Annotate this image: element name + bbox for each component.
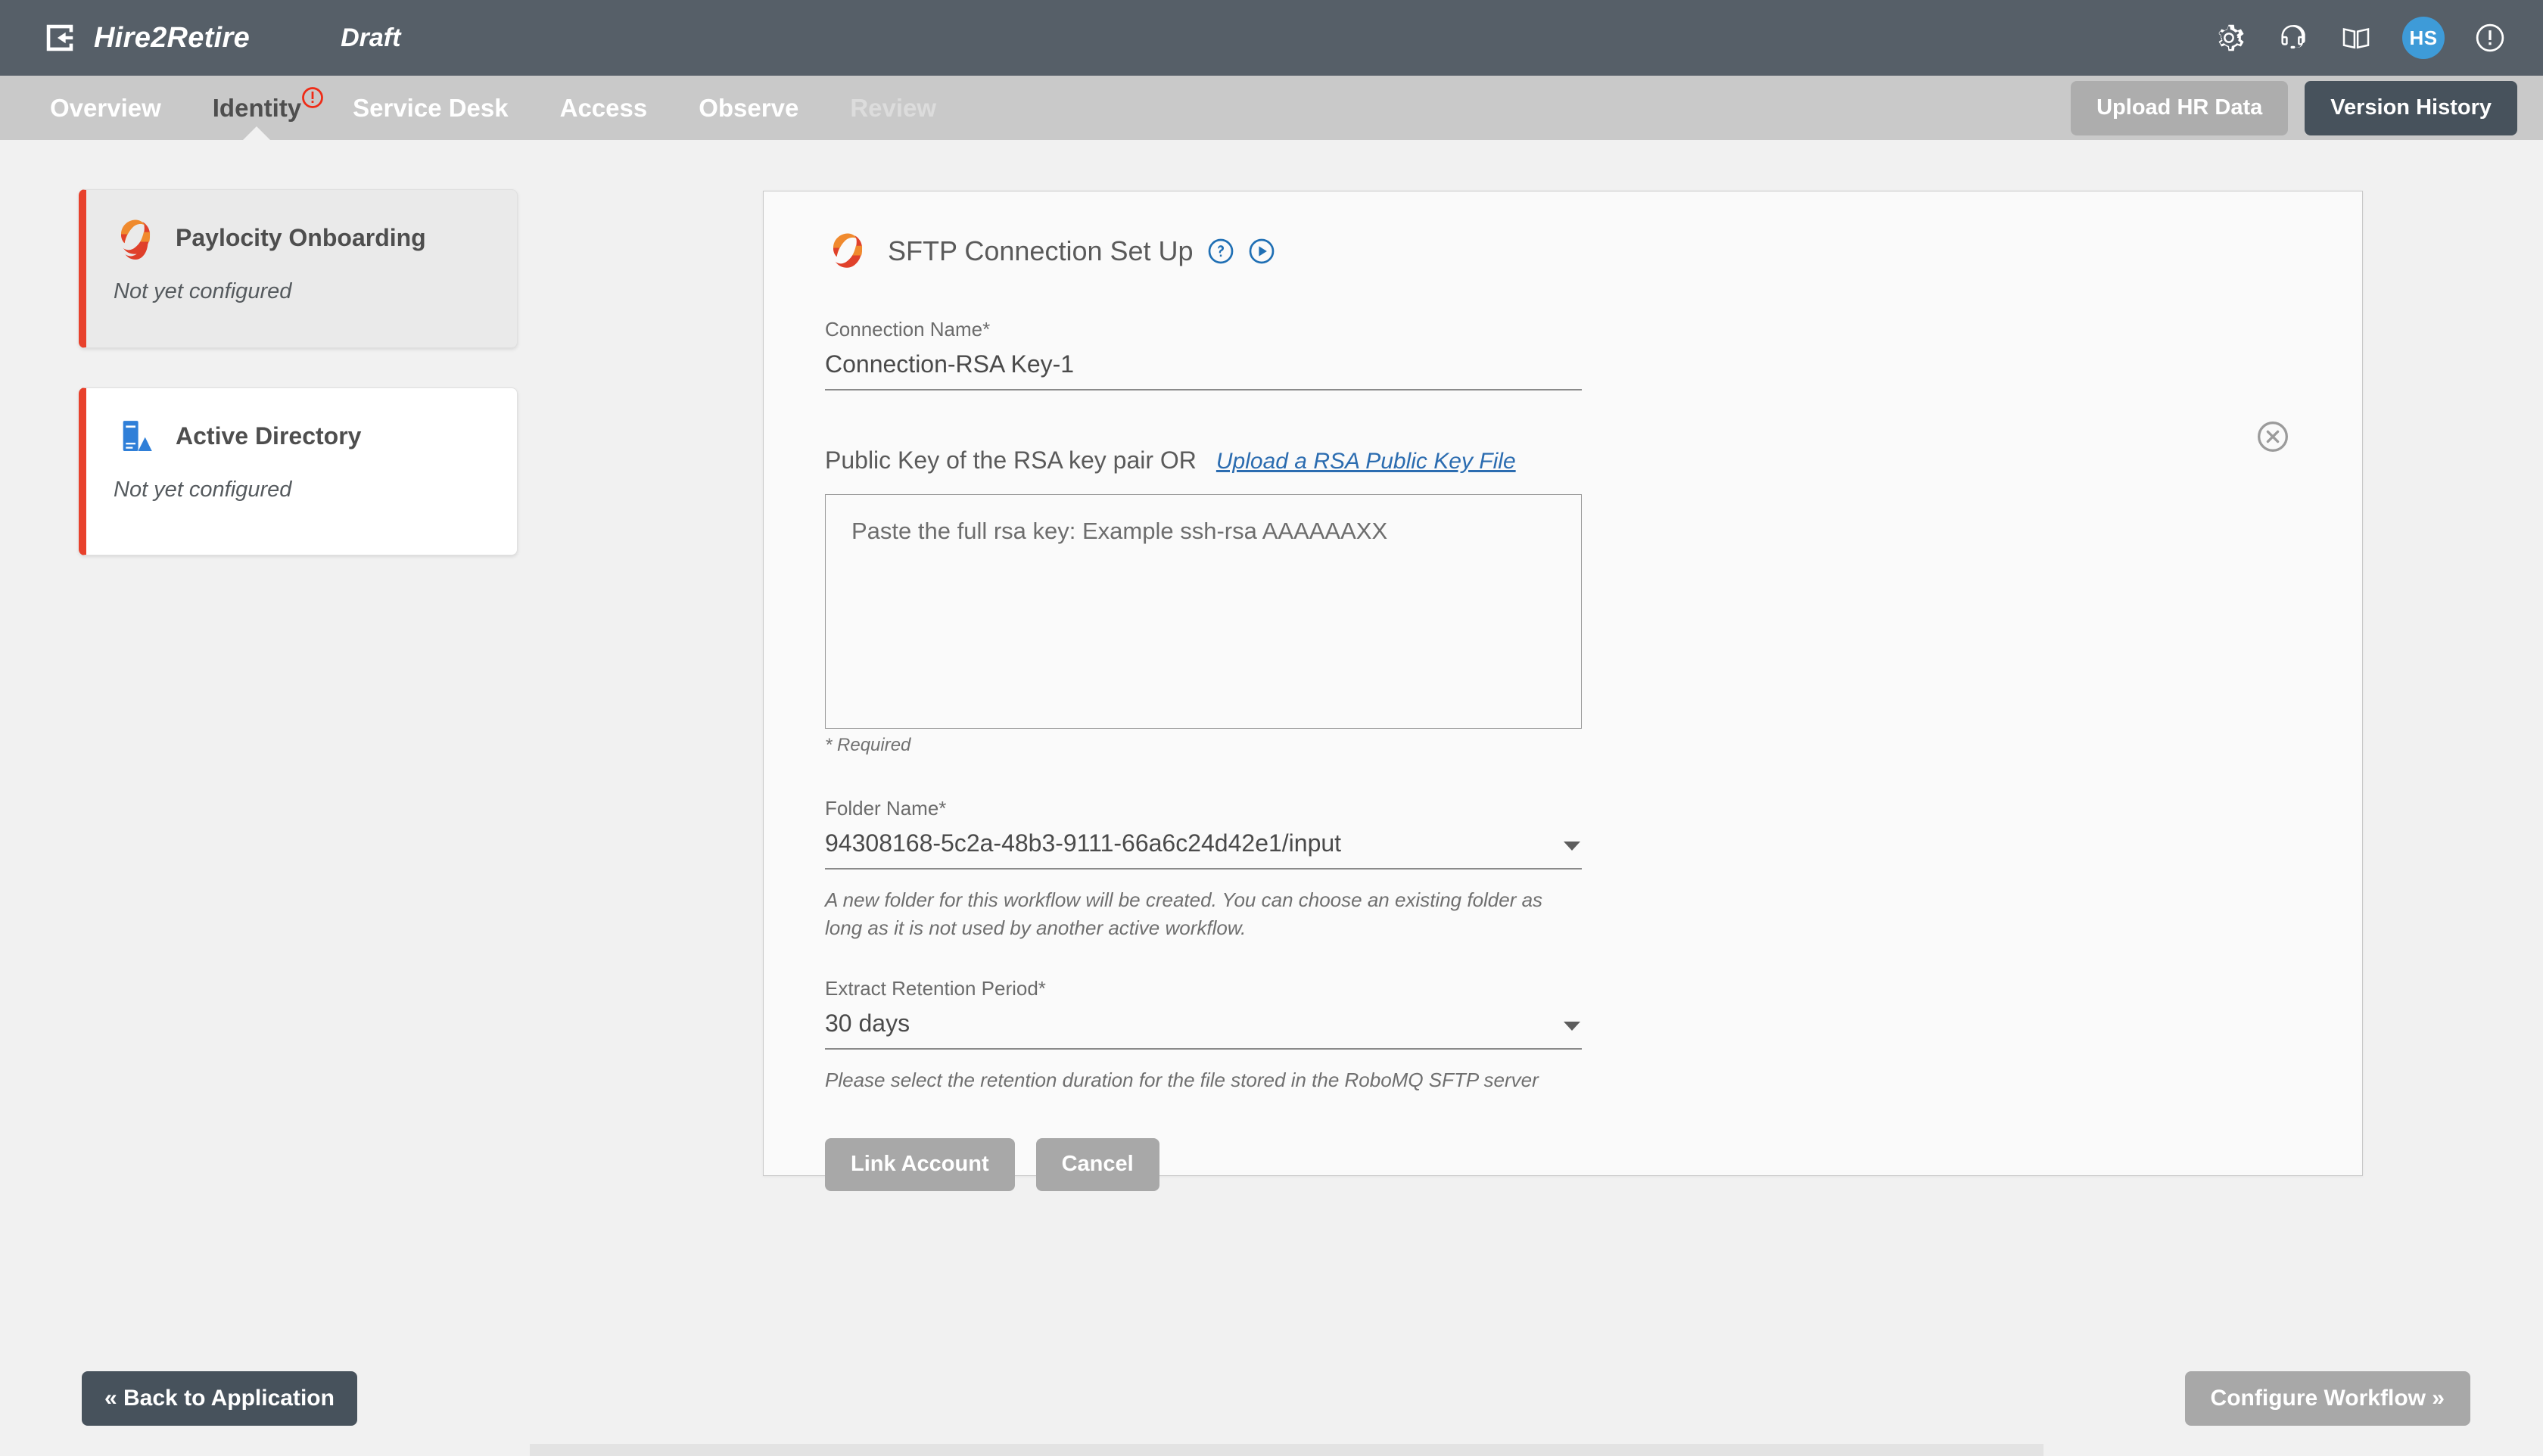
retention-period-label: Extract Retention Period* [825, 976, 1046, 1000]
application-list: Paylocity Onboarding Not yet configured … [79, 189, 518, 595]
tab-review-label: Review [850, 94, 937, 122]
tab-service-desk-label: Service Desk [353, 94, 509, 122]
play-circle-icon[interactable] [1248, 238, 1275, 265]
tab-observe-label: Observe [699, 94, 799, 122]
folder-name-select[interactable]: 94308168-5c2a-48b3-9111-66a6c24d42e1/inp… [825, 829, 1582, 870]
nav-actions: Upload HR Data Version History [2071, 80, 2517, 135]
active-tab-pointer [241, 126, 272, 142]
tab-service-desk[interactable]: Service Desk [350, 76, 512, 140]
tab-overview[interactable]: Overview [47, 76, 164, 140]
public-key-label: Public Key of the RSA key pair OR [825, 446, 1197, 474]
retention-period-select[interactable]: 30 days [825, 1010, 1582, 1050]
connection-name-field: Connection Name* Connection-RSA Key-1 [825, 318, 1582, 390]
app-card-active-directory[interactable]: Active Directory Not yet configured [79, 387, 518, 555]
app-card-header: Paylocity Onboarding [114, 216, 494, 260]
exclamation-circle-icon[interactable] [2473, 21, 2507, 54]
cancel-button[interactable]: Cancel [1035, 1137, 1159, 1191]
exit-arrow-icon[interactable] [42, 20, 77, 55]
form-actions: Link Account Cancel [825, 1137, 1582, 1191]
connection-name-input[interactable]: Connection-RSA Key-1 [825, 350, 1582, 390]
draft-status: Draft [341, 23, 401, 52]
tab-observe[interactable]: Observe [696, 76, 801, 140]
gear-icon[interactable] [2212, 20, 2246, 55]
retention-period-field: Extract Retention Period* 30 days Please… [825, 977, 1582, 1094]
tab-overview-label: Overview [50, 94, 161, 122]
exclamation-badge-icon [302, 87, 323, 108]
version-history-button[interactable]: Version History [2305, 80, 2517, 135]
panel-title: SFTP Connection Set Up [888, 235, 1194, 266]
required-note: * Required [825, 735, 911, 755]
app-root: Hire2Retire Draft HS Overview Identity S… [0, 0, 2543, 1456]
upload-rsa-public-key-link[interactable]: Upload a RSA Public Key File [1216, 449, 1516, 474]
tab-access[interactable]: Access [557, 76, 651, 140]
chevron-down-icon [1564, 1021, 1580, 1031]
folder-name-helper: A new folder for this workflow will be c… [825, 888, 1543, 939]
app-card-title: Paylocity Onboarding [176, 223, 426, 251]
link-account-button[interactable]: Link Account [825, 1137, 1015, 1191]
public-key-row: Public Key of the RSA key pair OR Upload… [825, 446, 1582, 474]
retention-period-value: 30 days [825, 1009, 910, 1037]
question-circle-icon[interactable] [1207, 238, 1234, 265]
top-bar: Hire2Retire Draft HS [0, 0, 2543, 76]
top-bar-actions: HS [2212, 17, 2507, 59]
app-card-status: Not yet configured [114, 279, 292, 303]
close-circle-icon[interactable] [2256, 420, 2289, 453]
tab-access-label: Access [559, 94, 648, 122]
panel-header: SFTP Connection Set Up [764, 191, 2362, 273]
configure-workflow-button: Configure Workflow » [2184, 1371, 2470, 1426]
app-card-header: Active Directory [114, 414, 494, 458]
avatar[interactable]: HS [2402, 17, 2445, 59]
app-card-paylocity-onboarding[interactable]: Paylocity Onboarding Not yet configured [79, 189, 518, 348]
chevron-down-icon [1564, 842, 1580, 851]
tab-identity-label: Identity [212, 94, 302, 122]
headset-icon[interactable] [2275, 20, 2310, 55]
nav-items: Overview Identity Service Desk Access Ob… [47, 76, 939, 142]
paylocity-logo-icon [120, 219, 151, 260]
horizontal-scrollbar[interactable] [530, 1444, 2043, 1456]
sftp-connection-form: Connection Name* Connection-RSA Key-1 Pu… [825, 318, 1582, 1191]
active-directory-icon [123, 421, 152, 451]
folder-name-field: Folder Name* 94308168-5c2a-48b3-9111-66a… [825, 797, 1582, 942]
tab-identity[interactable]: Identity [210, 76, 323, 142]
retention-period-helper: Please select the retention duration for… [825, 1068, 1539, 1091]
nav-bar: Overview Identity Service Desk Access Ob… [0, 76, 2543, 142]
brand-name: Hire2Retire [94, 21, 251, 54]
back-to-application-button[interactable]: « Back to Application [82, 1371, 357, 1426]
app-card-title: Active Directory [176, 422, 362, 450]
paylocity-logo-icon [833, 233, 863, 268]
book-icon[interactable] [2339, 20, 2373, 55]
folder-name-label: Folder Name* [825, 797, 947, 820]
tab-review: Review [847, 76, 939, 140]
upload-hr-data-button[interactable]: Upload HR Data [2071, 80, 2289, 135]
connection-name-label: Connection Name* [825, 318, 991, 341]
folder-name-value: 94308168-5c2a-48b3-9111-66a6c24d42e1/inp… [825, 829, 1342, 857]
public-key-textarea[interactable]: Paste the full rsa key: Example ssh-rsa … [825, 494, 1582, 729]
app-card-status: Not yet configured [114, 478, 292, 502]
